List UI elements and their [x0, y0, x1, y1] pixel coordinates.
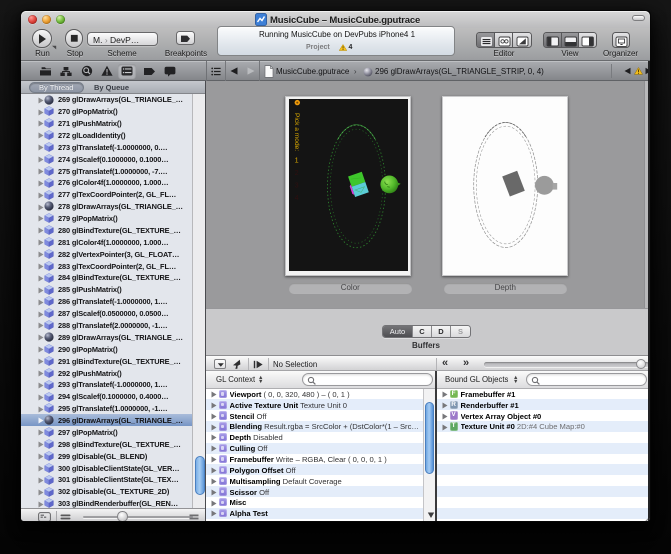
- svg-text:3: 3: [294, 181, 298, 190]
- svg-text:2: 2: [294, 168, 298, 177]
- svg-text:1: 1: [294, 156, 298, 165]
- svg-text:4: 4: [294, 193, 298, 202]
- svg-text:Pick a mode:: Pick a mode:: [293, 113, 300, 151]
